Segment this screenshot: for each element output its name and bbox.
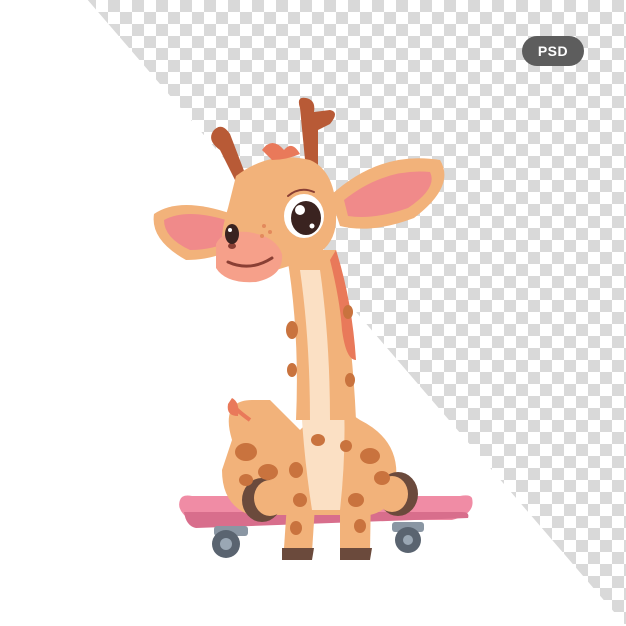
giraffe-head bbox=[153, 97, 445, 283]
giraffe-eye-left bbox=[225, 224, 239, 244]
canvas: PSD bbox=[0, 0, 626, 626]
skateboard-wheel-left bbox=[212, 526, 248, 558]
skateboard-wheel-right bbox=[392, 522, 424, 553]
giraffe-eye-right bbox=[284, 194, 324, 238]
giraffe-neck bbox=[286, 250, 356, 420]
giraffe-illustration bbox=[153, 97, 473, 560]
